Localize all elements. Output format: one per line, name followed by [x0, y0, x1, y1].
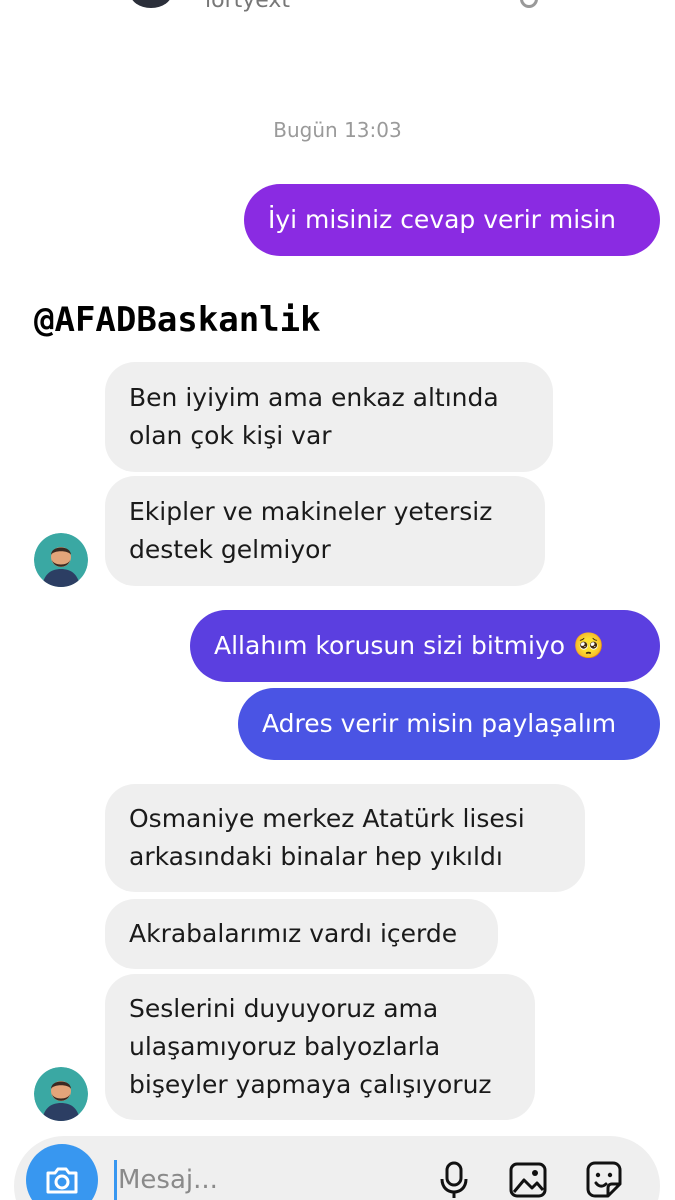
text-caret	[114, 1160, 117, 1200]
message-text: Osmaniye merkez Atatürk lisesi arkasında…	[129, 804, 525, 871]
sender-avatar[interactable]	[34, 1067, 88, 1121]
microphone-icon[interactable]	[432, 1158, 476, 1200]
message-text: Seslerini duyuyoruz ama ulaşamıyoruz bal…	[129, 994, 492, 1099]
message-sent[interactable]: Allahım korusun sizi bitmiyo 🥺	[190, 610, 660, 682]
message-text: Allahım korusun sizi bitmiyo 🥺	[214, 631, 605, 660]
header-handle[interactable]: lortyext	[205, 0, 290, 13]
message-received[interactable]: Ben iyiyim ama enkaz altında olan çok ki…	[105, 362, 553, 472]
message-sent[interactable]: Adres verir misin paylaşalım	[238, 688, 660, 760]
message-sent[interactable]: İyi misiniz cevap verir misin	[244, 184, 660, 256]
sticker-icon[interactable]	[582, 1158, 626, 1200]
gallery-icon[interactable]	[506, 1158, 550, 1200]
dm-screen: lortyext Bugün 13:03 İyi misiniz cevap v…	[0, 0, 675, 1200]
overlay-caption: @AFADBaskanlik	[34, 300, 321, 340]
message-received[interactable]: Osmaniye merkez Atatürk lisesi arkasında…	[105, 784, 585, 892]
header-avatar[interactable]	[130, 0, 172, 8]
conversation-timestamp: Bugün 13:03	[273, 118, 402, 142]
message-text: Ben iyiyim ama enkaz altında olan çok ki…	[129, 383, 499, 450]
message-text: Ekipler ve makineler yetersiz destek gel…	[129, 497, 493, 564]
message-text: Akrabalarımız vardı içerde	[129, 919, 458, 948]
message-text: İyi misiniz cevap verir misin	[268, 205, 616, 234]
message-input[interactable]	[118, 1158, 418, 1200]
message-received[interactable]: Akrabalarımız vardı içerde	[105, 899, 498, 969]
message-received[interactable]: Ekipler ve makineler yetersiz destek gel…	[105, 476, 545, 586]
header-action-icon[interactable]	[520, 0, 538, 8]
sender-avatar[interactable]	[34, 533, 88, 587]
message-received[interactable]: Seslerini duyuyoruz ama ulaşamıyoruz bal…	[105, 974, 535, 1120]
message-text: Adres verir misin paylaşalım	[262, 709, 617, 738]
camera-icon	[46, 1167, 78, 1194]
